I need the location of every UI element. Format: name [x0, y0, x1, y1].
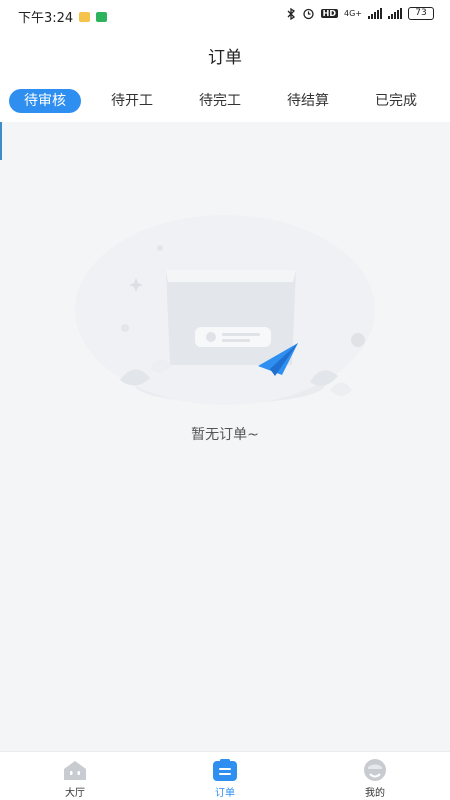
nav-orders[interactable]: 订单: [150, 752, 300, 800]
nav-hall-label: 大厅: [65, 788, 85, 799]
empty-message: 暂无订单~: [191, 427, 259, 443]
bluetooth-icon: [287, 7, 295, 20]
order-status-tabs: 待审核 待开工 待完工 待结算 已完成: [0, 80, 450, 122]
nav-profile-label: 我的: [365, 788, 385, 799]
tab-pending-start[interactable]: 待开工: [95, 89, 169, 113]
signal-icon-2: [388, 8, 402, 19]
hall-icon: [64, 761, 86, 780]
alarm-icon: [303, 8, 314, 20]
empty-state: [0, 170, 450, 450]
network-type: 4G+: [344, 9, 362, 18]
nav-orders-label: 订单: [215, 788, 235, 799]
nav-profile[interactable]: 我的: [300, 752, 450, 800]
message-notification-icon: [79, 11, 91, 22]
page-title: 订单: [208, 47, 242, 68]
bottom-nav: 大厅 订单 我的: [0, 751, 450, 800]
status-left: 下午3:24: [18, 7, 108, 26]
profile-icon: [364, 759, 386, 781]
order-icon: [213, 759, 237, 781]
status-right: HD 4G+ 73: [286, 7, 434, 20]
tab-completed[interactable]: 已完成: [359, 89, 433, 113]
status-bar: 下午3:24 HD 4G+ 73: [0, 0, 450, 30]
tab-pending-settlement[interactable]: 待结算: [271, 89, 345, 113]
status-time: 下午3:24: [18, 11, 74, 26]
tab-pending-complete[interactable]: 待完工: [183, 89, 257, 113]
empty-box-illustration: [75, 215, 375, 405]
hd-badge: HD: [320, 9, 338, 18]
nav-hall[interactable]: 大厅: [0, 752, 150, 800]
security-notification-icon: [96, 11, 108, 22]
page-header: 订单: [0, 30, 450, 80]
battery-icon: 73: [408, 7, 434, 20]
tab-pending-review[interactable]: 待审核: [9, 89, 81, 113]
signal-icon: [368, 8, 382, 19]
